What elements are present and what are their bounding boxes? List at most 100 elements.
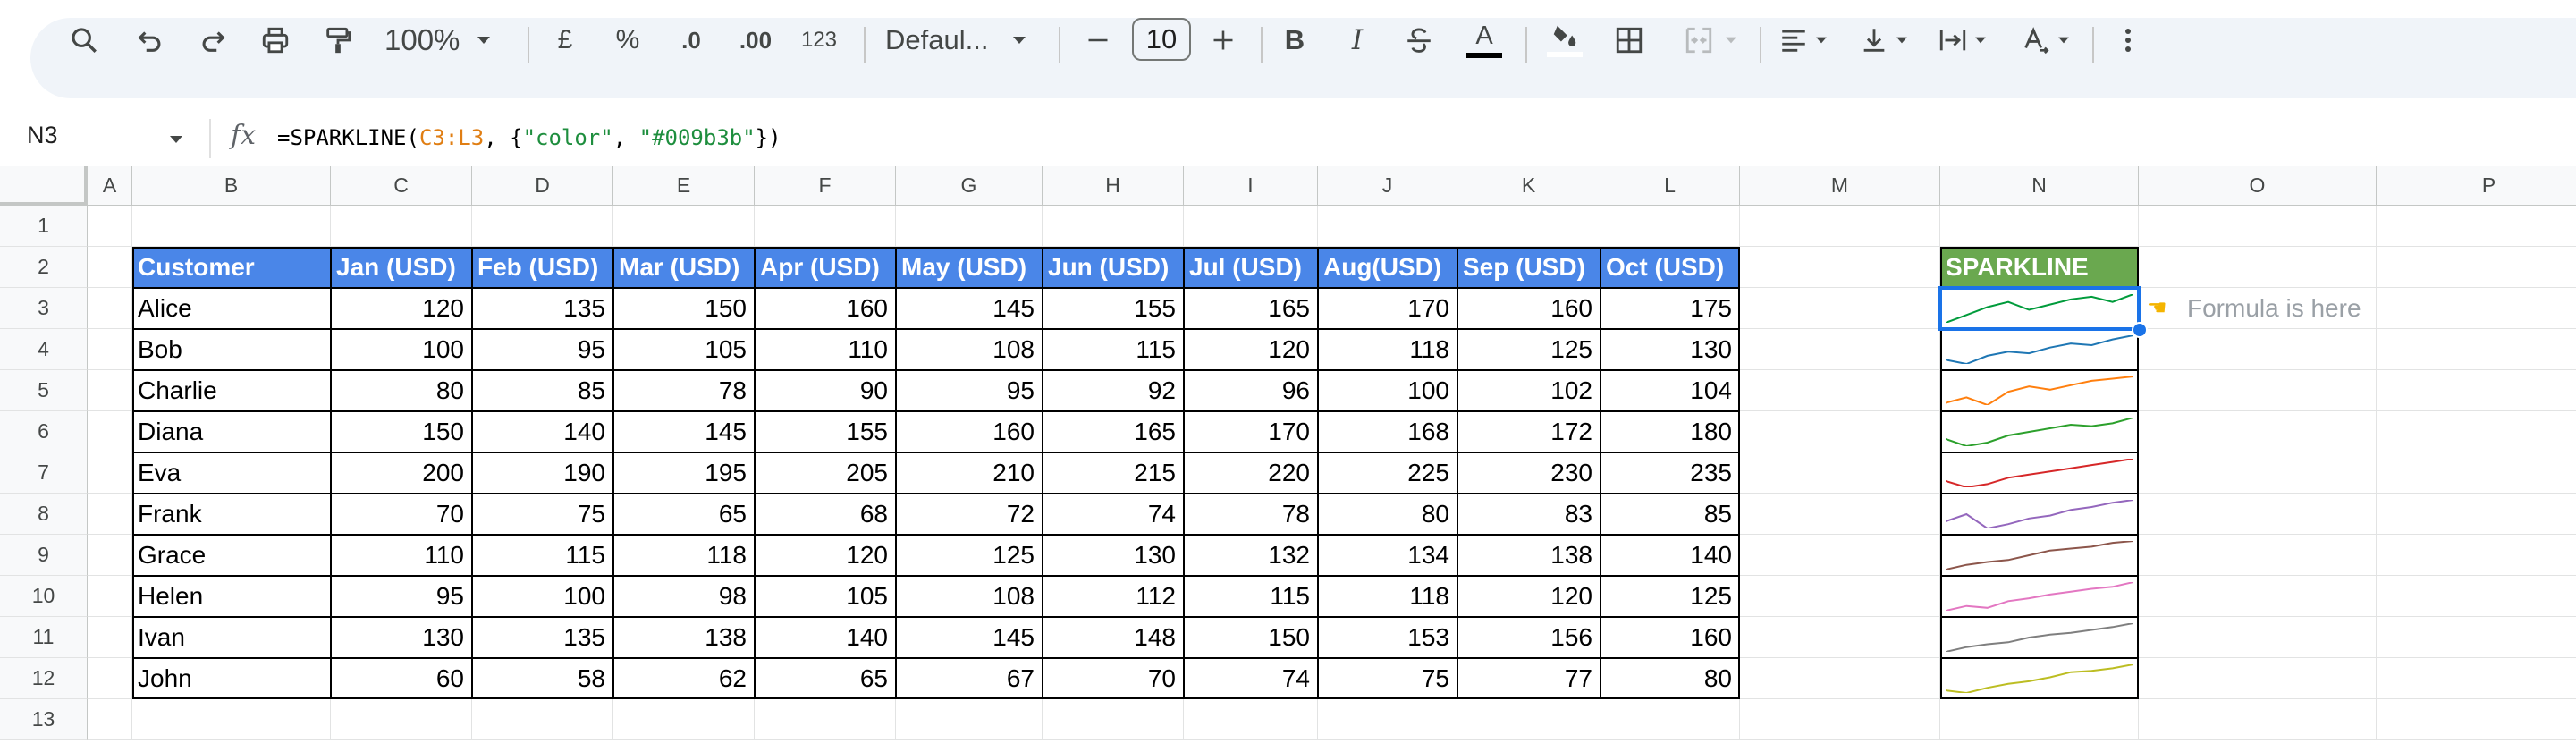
cell[interactable] bbox=[2139, 247, 2377, 288]
value-cell[interactable]: 134 bbox=[1318, 535, 1457, 576]
customer-name-cell[interactable]: Eva bbox=[132, 452, 331, 494]
value-cell[interactable]: 155 bbox=[1043, 288, 1184, 329]
cell[interactable] bbox=[2139, 576, 2377, 617]
horizontal-align-button[interactable] bbox=[1772, 18, 1835, 63]
row-header-4[interactable]: 4 bbox=[0, 329, 88, 370]
value-cell[interactable]: 65 bbox=[755, 658, 896, 699]
value-cell[interactable]: 110 bbox=[755, 329, 896, 370]
formula-input[interactable]: =SPARKLINE(C3:L3, {"color", "#009b3b"}) bbox=[277, 125, 781, 150]
value-cell[interactable]: 58 bbox=[472, 658, 613, 699]
italic-button[interactable]: I bbox=[1339, 18, 1375, 63]
column-header-f[interactable]: F bbox=[755, 166, 896, 206]
cell[interactable] bbox=[88, 411, 132, 452]
decrease-decimal-button[interactable]: .0 bbox=[669, 18, 714, 63]
value-cell[interactable]: 78 bbox=[1184, 494, 1318, 535]
cell[interactable] bbox=[1740, 617, 1940, 658]
value-cell[interactable]: 155 bbox=[755, 411, 896, 452]
value-cell[interactable]: 110 bbox=[331, 535, 472, 576]
cell[interactable] bbox=[2377, 411, 2576, 452]
cell[interactable] bbox=[88, 452, 132, 494]
cell[interactable] bbox=[1740, 576, 1940, 617]
value-cell[interactable]: 90 bbox=[755, 370, 896, 411]
cell[interactable] bbox=[2139, 617, 2377, 658]
value-cell[interactable]: 70 bbox=[1043, 658, 1184, 699]
value-cell[interactable]: 138 bbox=[613, 617, 755, 658]
column-header-n[interactable]: N bbox=[1940, 166, 2139, 206]
column-header-j[interactable]: J bbox=[1318, 166, 1457, 206]
value-cell[interactable]: 120 bbox=[755, 535, 896, 576]
search-icon[interactable] bbox=[64, 18, 104, 63]
value-cell[interactable]: 160 bbox=[755, 288, 896, 329]
undo-icon[interactable] bbox=[131, 18, 170, 63]
value-cell[interactable]: 80 bbox=[1600, 658, 1740, 699]
value-cell[interactable]: 65 bbox=[613, 494, 755, 535]
value-cell[interactable]: 135 bbox=[472, 617, 613, 658]
value-cell[interactable]: 68 bbox=[755, 494, 896, 535]
cell[interactable] bbox=[896, 206, 1043, 247]
cell[interactable] bbox=[1740, 288, 1940, 329]
cell[interactable] bbox=[2139, 535, 2377, 576]
value-cell[interactable]: 135 bbox=[472, 288, 613, 329]
text-wrapping-button[interactable] bbox=[1931, 18, 1994, 63]
value-cell[interactable]: 105 bbox=[613, 329, 755, 370]
row-header-9[interactable]: 9 bbox=[0, 535, 88, 576]
value-cell[interactable]: 112 bbox=[1043, 576, 1184, 617]
customer-name-cell[interactable]: Helen bbox=[132, 576, 331, 617]
cell[interactable] bbox=[2377, 699, 2576, 740]
cell[interactable] bbox=[2139, 494, 2377, 535]
table-header-cell[interactable]: Sep (USD) bbox=[1457, 247, 1600, 288]
cell[interactable] bbox=[1457, 699, 1600, 740]
column-header-a[interactable]: A bbox=[88, 166, 132, 206]
number-format-button[interactable]: 123 bbox=[794, 18, 844, 63]
cell[interactable] bbox=[1600, 206, 1740, 247]
decrease-font-size-button[interactable] bbox=[1080, 18, 1116, 63]
cell[interactable] bbox=[88, 206, 132, 247]
merge-cells-button[interactable] bbox=[1674, 18, 1745, 63]
print-icon[interactable] bbox=[256, 18, 295, 63]
cell[interactable] bbox=[331, 699, 472, 740]
increase-decimal-button[interactable]: .00 bbox=[731, 18, 780, 63]
column-header-b[interactable]: B bbox=[132, 166, 331, 206]
value-cell[interactable]: 115 bbox=[1184, 576, 1318, 617]
cell[interactable] bbox=[1740, 699, 1940, 740]
customer-name-cell[interactable]: Bob bbox=[132, 329, 331, 370]
cell[interactable] bbox=[1740, 658, 1940, 699]
value-cell[interactable]: 96 bbox=[1184, 370, 1318, 411]
value-cell[interactable]: 165 bbox=[1043, 411, 1184, 452]
value-cell[interactable]: 168 bbox=[1318, 411, 1457, 452]
value-cell[interactable]: 77 bbox=[1457, 658, 1600, 699]
redo-icon[interactable] bbox=[193, 18, 232, 63]
increase-font-size-button[interactable] bbox=[1205, 18, 1241, 63]
table-header-cell[interactable]: Apr (USD) bbox=[755, 247, 896, 288]
cell[interactable] bbox=[88, 370, 132, 411]
cell[interactable] bbox=[88, 247, 132, 288]
value-cell[interactable]: 230 bbox=[1457, 452, 1600, 494]
value-cell[interactable]: 108 bbox=[896, 576, 1043, 617]
text-rotation-button[interactable] bbox=[2012, 18, 2080, 63]
name-box[interactable]: N3 bbox=[27, 122, 58, 149]
cell[interactable] bbox=[2139, 206, 2377, 247]
value-cell[interactable]: 200 bbox=[331, 452, 472, 494]
cell[interactable] bbox=[88, 288, 132, 329]
cell[interactable] bbox=[755, 206, 896, 247]
cell[interactable] bbox=[1184, 699, 1318, 740]
value-cell[interactable]: 145 bbox=[896, 617, 1043, 658]
cell[interactable] bbox=[88, 699, 132, 740]
fill-handle[interactable] bbox=[2132, 322, 2148, 338]
customer-name-cell[interactable]: Alice bbox=[132, 288, 331, 329]
font-size-input[interactable]: 10 bbox=[1132, 18, 1191, 61]
cell[interactable] bbox=[1043, 206, 1184, 247]
customer-name-cell[interactable]: Charlie bbox=[132, 370, 331, 411]
value-cell[interactable]: 132 bbox=[1184, 535, 1318, 576]
value-cell[interactable]: 100 bbox=[331, 329, 472, 370]
value-cell[interactable]: 95 bbox=[472, 329, 613, 370]
table-header-cell[interactable]: Mar (USD) bbox=[613, 247, 755, 288]
cell[interactable] bbox=[2139, 329, 2377, 370]
currency-format-button[interactable]: £ bbox=[547, 18, 583, 63]
font-select[interactable]: Defaul... bbox=[885, 18, 1046, 63]
value-cell[interactable]: 215 bbox=[1043, 452, 1184, 494]
column-header-l[interactable]: L bbox=[1600, 166, 1740, 206]
cell[interactable] bbox=[2139, 699, 2377, 740]
column-header-m[interactable]: M bbox=[1740, 166, 1940, 206]
row-header-6[interactable]: 6 bbox=[0, 411, 88, 452]
